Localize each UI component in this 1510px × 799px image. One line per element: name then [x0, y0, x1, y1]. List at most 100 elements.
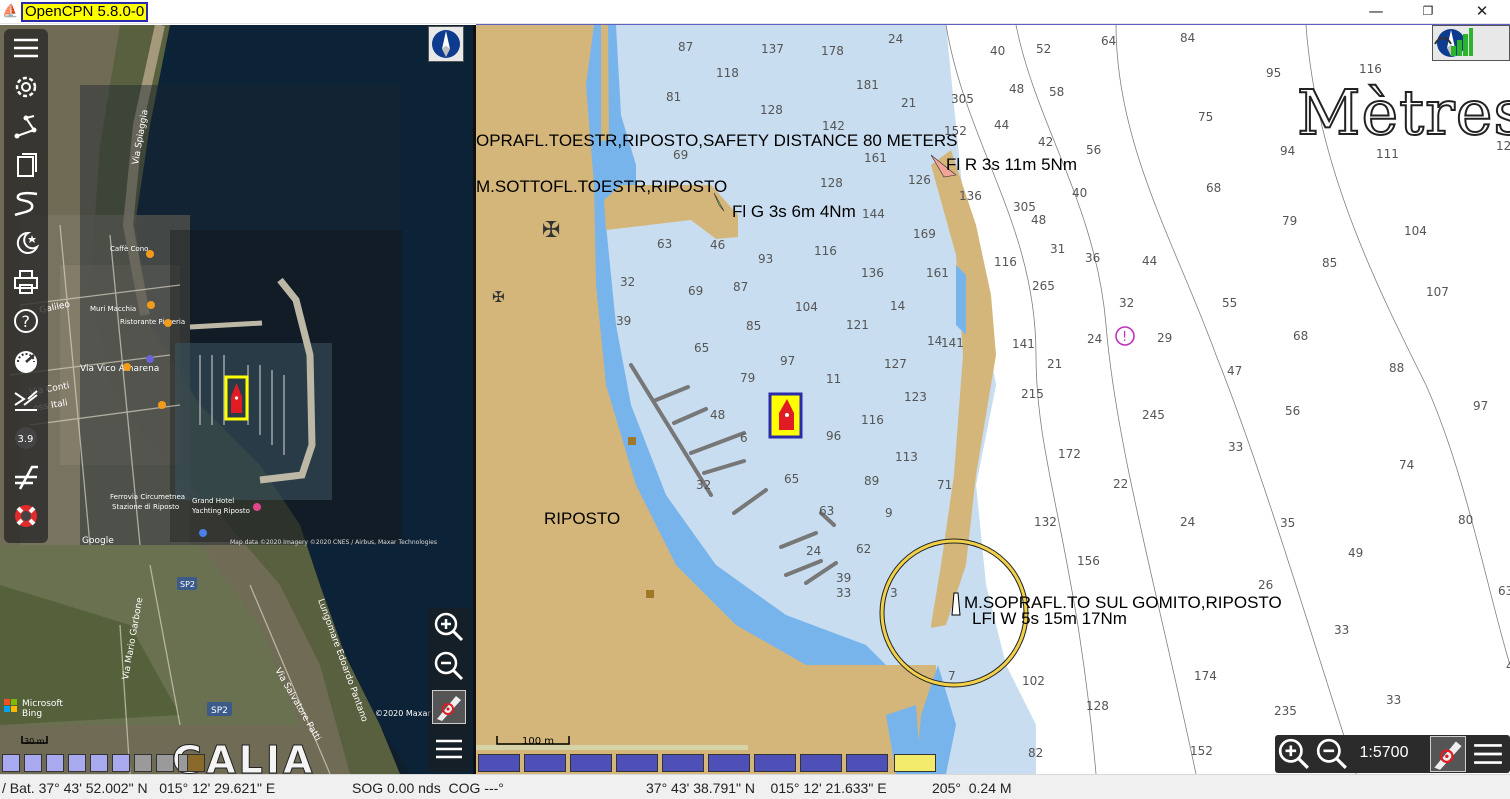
settings-icon[interactable] — [10, 71, 42, 103]
svg-text:152: 152 — [1190, 744, 1213, 758]
svg-text:32: 32 — [620, 275, 635, 289]
svg-text:235: 235 — [1274, 704, 1297, 718]
svg-text:102: 102 — [1022, 674, 1045, 688]
zoom-out-icon — [1316, 738, 1347, 769]
svg-text:Muri Macchia: Muri Macchia — [90, 305, 136, 313]
svg-text:31: 31 — [1050, 242, 1065, 256]
lifebuoy-icon[interactable] — [10, 500, 42, 532]
svg-text:74: 74 — [1399, 458, 1414, 472]
svg-text:174: 174 — [1194, 669, 1217, 683]
svg-text:56: 56 — [1285, 404, 1300, 418]
svg-text:141: 141 — [1012, 337, 1035, 351]
svg-text:123: 123 — [904, 390, 927, 404]
chart-key[interactable] — [90, 754, 108, 772]
svg-text:Via Vico Amarena: Via Vico Amarena — [80, 364, 159, 374]
depth-icon[interactable]: 3.9 — [10, 422, 42, 454]
zoom-in-icon — [1278, 738, 1309, 769]
window-title: OpenCPN 5.8.0-0 — [21, 2, 149, 22]
right-zoom-controls: 1:5700 — [1275, 735, 1510, 773]
maximize-button[interactable]: ❐ — [1402, 0, 1454, 24]
svg-text:85: 85 — [746, 319, 761, 333]
svg-text:33: 33 — [836, 586, 851, 600]
chart-key[interactable] — [134, 754, 152, 772]
zoom-in-icon — [434, 612, 464, 642]
svg-text:!: ! — [1122, 330, 1127, 345]
svg-text:32: 32 — [1119, 296, 1134, 310]
chart-key[interactable] — [662, 754, 704, 772]
svg-text:✠: ✠ — [542, 218, 560, 243]
dashboard-icon[interactable] — [10, 344, 42, 376]
chart-key[interactable] — [2, 754, 20, 772]
svg-text:181: 181 — [856, 78, 879, 92]
svg-text:94: 94 — [1280, 144, 1295, 158]
track-icon[interactable] — [10, 188, 42, 220]
right-chart-bar — [478, 754, 938, 772]
chart-key[interactable] — [524, 754, 566, 772]
zoom-in-button[interactable] — [432, 610, 466, 644]
chart-key[interactable] — [800, 754, 842, 772]
chart-key[interactable] — [156, 754, 174, 772]
svg-text:55: 55 — [1222, 296, 1237, 310]
menu-icon[interactable] — [10, 32, 42, 64]
main-toolbar: ? 3.9 — [4, 29, 48, 543]
chart-key[interactable] — [478, 754, 520, 772]
follow-boat-button[interactable] — [1430, 736, 1466, 772]
svg-text:87: 87 — [678, 40, 693, 54]
svg-text:215: 215 — [1021, 387, 1044, 401]
left-chart-bar — [2, 754, 207, 772]
tides-icon[interactable] — [10, 227, 42, 259]
zoom-out-button[interactable] — [1315, 737, 1349, 771]
svg-text:137: 137 — [761, 42, 784, 56]
svg-text:79: 79 — [1282, 214, 1297, 228]
compass-icon[interactable] — [428, 26, 464, 62]
chart-key[interactable] — [46, 754, 64, 772]
svg-text:SP2: SP2 — [211, 706, 228, 716]
chart-key[interactable] — [68, 754, 86, 772]
chart-key[interactable] — [616, 754, 658, 772]
svg-text:80: 80 — [1458, 513, 1473, 527]
close-button[interactable]: ✕ — [1456, 0, 1508, 24]
svg-text:Google: Google — [82, 536, 114, 546]
layers-icon[interactable] — [10, 149, 42, 181]
svg-text:39: 39 — [616, 314, 631, 328]
left-chart-canvas[interactable]: Via Spiaggia Galileo Via Vico Amarena Vi… — [0, 25, 473, 774]
zoom-out-button[interactable] — [432, 649, 466, 683]
chart-key[interactable] — [112, 754, 130, 772]
svg-text:7: 7 — [948, 669, 956, 683]
chart-menu-button[interactable] — [432, 732, 466, 766]
svg-text:24: 24 — [888, 32, 903, 46]
chart-key[interactable] — [708, 754, 750, 772]
grib-icon[interactable] — [10, 461, 42, 493]
route-icon[interactable] — [10, 110, 42, 142]
svg-text:Ristorante Pizzeria: Ristorante Pizzeria — [120, 318, 185, 326]
svg-text:169: 169 — [913, 227, 936, 241]
chart-key[interactable] — [570, 754, 612, 772]
svg-text:35: 35 — [1280, 516, 1295, 530]
svg-text:56: 56 — [1086, 143, 1101, 157]
chart-key[interactable] — [187, 754, 205, 772]
chart-menu-button[interactable] — [1472, 738, 1506, 770]
follow-boat-button[interactable] — [432, 690, 466, 724]
zoom-in-button[interactable] — [1277, 737, 1311, 771]
help-icon[interactable]: ? — [10, 305, 42, 337]
svg-text:47: 47 — [1227, 364, 1242, 378]
svg-text:48: 48 — [710, 408, 725, 422]
svg-text:178: 178 — [821, 44, 844, 58]
svg-text:69: 69 — [688, 284, 703, 298]
svg-text:85: 85 — [1322, 256, 1337, 270]
chart-key[interactable] — [846, 754, 888, 772]
ais-icon[interactable] — [10, 383, 42, 415]
chart-key[interactable] — [754, 754, 796, 772]
svg-text:116: 116 — [814, 244, 837, 258]
svg-text:24: 24 — [1087, 332, 1102, 346]
compass-gps-indicator[interactable] — [1432, 25, 1510, 61]
chart-key-active[interactable] — [894, 754, 936, 772]
follow-boat-icon — [1434, 741, 1462, 770]
print-icon[interactable] — [10, 266, 42, 298]
chart-key[interactable] — [24, 754, 42, 772]
minimize-button[interactable]: — — [1350, 0, 1402, 24]
svg-text:Bing: Bing — [22, 709, 42, 719]
svg-text:36: 36 — [1085, 251, 1100, 265]
svg-text:9: 9 — [885, 506, 893, 520]
svg-text:118: 118 — [716, 66, 739, 80]
